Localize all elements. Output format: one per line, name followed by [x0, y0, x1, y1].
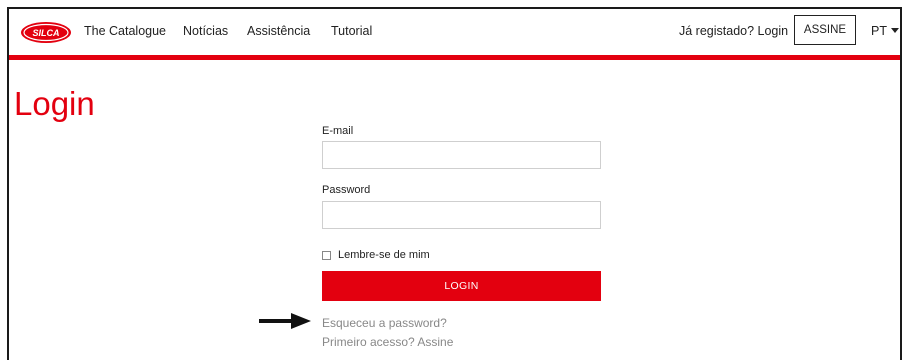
subscribe-button[interactable]: ASSINE — [794, 15, 856, 45]
nav-link-catalogue[interactable]: The Catalogue — [84, 24, 166, 38]
email-field[interactable] — [322, 141, 601, 169]
arrow-right-icon — [259, 313, 311, 329]
email-label: E-mail — [322, 125, 354, 137]
password-field[interactable] — [322, 201, 601, 229]
nav-link-news[interactable]: Notícias — [183, 24, 228, 38]
nav-login-link[interactable]: Já registado? Login — [679, 24, 788, 38]
remember-me-label[interactable]: Lembre-se de mim — [338, 249, 430, 261]
silca-logo[interactable]: SILCA — [20, 21, 72, 44]
header-accent-bar — [9, 55, 900, 60]
nav-link-tutorial[interactable]: Tutorial — [331, 24, 372, 38]
login-button-label: LOGIN — [444, 280, 479, 292]
nav-link-support[interactable]: Assistência — [247, 24, 310, 38]
first-access-link[interactable]: Primeiro acesso? Assine — [322, 335, 453, 349]
remember-me-checkbox[interactable] — [322, 251, 331, 260]
top-navbar: SILCA The Catalogue Notícias Assistência… — [9, 9, 900, 55]
svg-text:SILCA: SILCA — [33, 28, 60, 38]
language-selector[interactable]: PT — [871, 24, 899, 38]
caret-down-icon — [890, 28, 899, 33]
language-code: PT — [871, 24, 887, 38]
page-title: Login — [14, 85, 95, 122]
password-label: Password — [322, 184, 371, 196]
browser-frame: SILCA The Catalogue Notícias Assistência… — [7, 7, 902, 360]
login-button[interactable]: LOGIN — [322, 271, 601, 301]
forgot-password-link[interactable]: Esqueceu a password? — [322, 316, 447, 330]
subscribe-button-label: ASSINE — [803, 24, 847, 36]
